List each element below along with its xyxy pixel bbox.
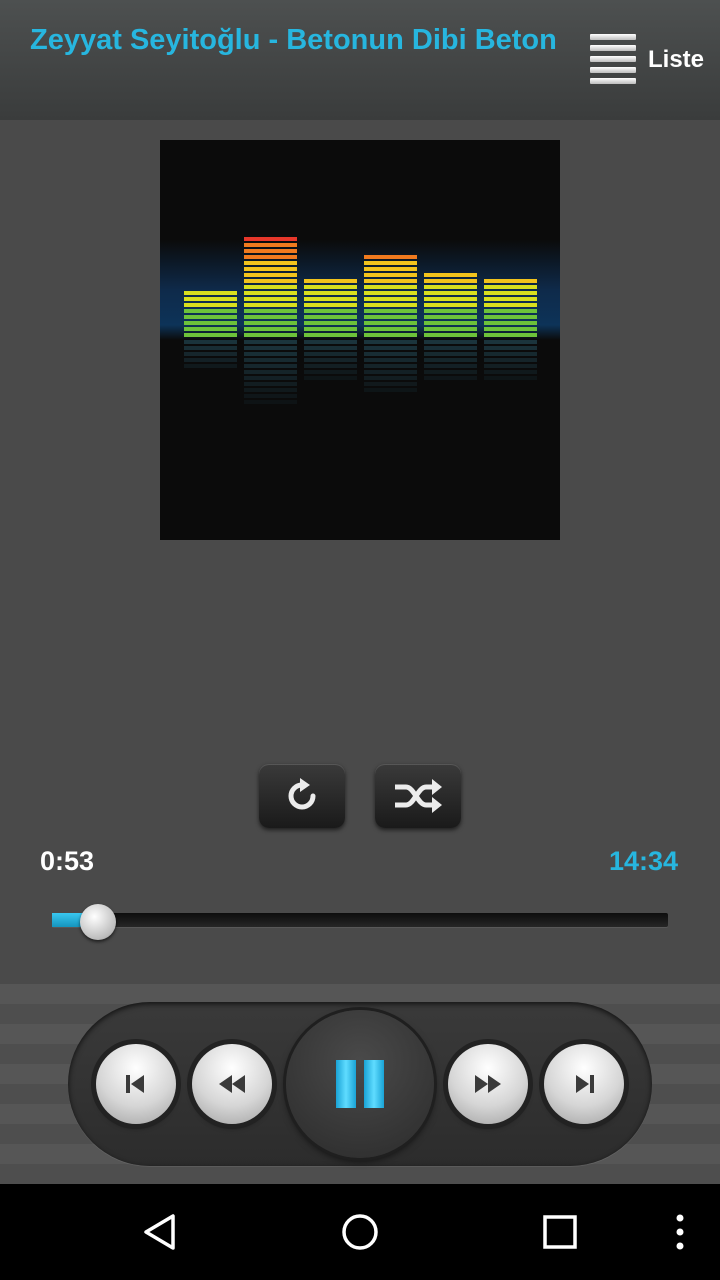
recents-square-icon bbox=[543, 1215, 577, 1249]
playlist-button[interactable]: Liste bbox=[586, 28, 712, 92]
total-duration: 14:34 bbox=[609, 846, 679, 876]
repeat-button[interactable] bbox=[259, 764, 345, 828]
fast-forward-icon bbox=[475, 1075, 501, 1093]
home-button[interactable] bbox=[320, 1184, 400, 1280]
previous-track-button[interactable] bbox=[96, 1044, 176, 1124]
back-triangle-icon bbox=[144, 1214, 175, 1250]
skip-next-icon bbox=[576, 1075, 594, 1093]
rewind-button[interactable] bbox=[192, 1044, 272, 1124]
pause-icon bbox=[336, 1060, 384, 1108]
album-art bbox=[160, 140, 560, 540]
equalizer-bar bbox=[484, 279, 537, 380]
system-navigation-bar bbox=[0, 1184, 720, 1280]
elapsed-time: 0:53 bbox=[40, 846, 95, 876]
equalizer-bar bbox=[364, 255, 417, 392]
seek-bar[interactable] bbox=[52, 902, 668, 942]
overflow-menu-button[interactable] bbox=[656, 1184, 704, 1280]
play-pause-button[interactable] bbox=[286, 1010, 434, 1158]
equalizer-bar bbox=[304, 279, 357, 380]
skip-previous-icon bbox=[126, 1075, 144, 1093]
back-button[interactable] bbox=[120, 1184, 200, 1280]
title-bar: Zeyyat Seyitoğlu - Betonun Dibi Beton Li… bbox=[0, 0, 720, 120]
home-circle-icon bbox=[342, 1214, 378, 1250]
seek-track bbox=[52, 913, 668, 927]
next-track-button[interactable] bbox=[544, 1044, 624, 1124]
equalizer-artwork bbox=[160, 237, 560, 404]
rewind-icon bbox=[219, 1075, 245, 1093]
overflow-menu-icon bbox=[676, 1214, 684, 1250]
seek-thumb[interactable] bbox=[80, 904, 116, 940]
shuffle-icon bbox=[395, 779, 442, 813]
repeat-icon bbox=[288, 778, 316, 810]
song-title: Zeyyat Seyitoğlu - Betonun Dibi Beton bbox=[30, 24, 557, 56]
playlist-label: Liste bbox=[648, 46, 705, 73]
fast-forward-button[interactable] bbox=[448, 1044, 528, 1124]
recents-button[interactable] bbox=[520, 1184, 600, 1280]
shuffle-button[interactable] bbox=[375, 764, 461, 828]
list-icon bbox=[586, 30, 640, 90]
